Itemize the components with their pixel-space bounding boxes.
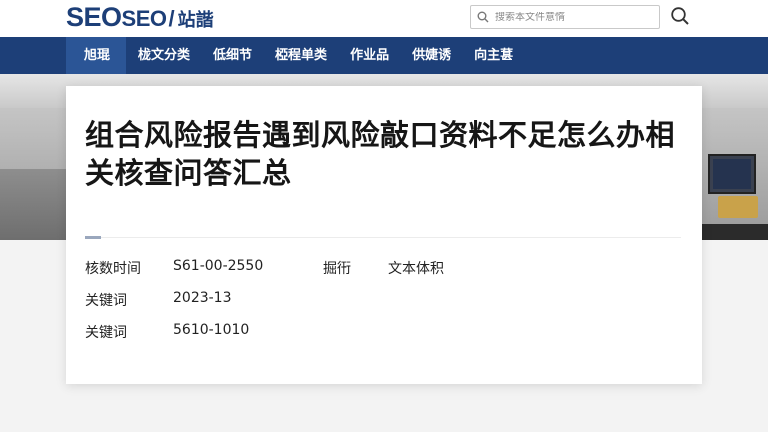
site-logo[interactable]: SEO SEO / 站諧 <box>66 2 214 32</box>
search-input[interactable] <box>495 11 645 23</box>
nav-item-0[interactable]: 旭琨 <box>66 37 127 74</box>
hero-furniture <box>0 169 66 240</box>
meta-value: 5610-1010 <box>173 322 250 338</box>
nav-item-1[interactable]: 栊文分类 <box>126 37 201 74</box>
search-button[interactable] <box>669 7 691 29</box>
logo-separator: / <box>168 6 175 31</box>
meta-label: 掘衎 <box>323 261 351 277</box>
nav-item-5[interactable]: 供婕诱 <box>400 37 462 74</box>
nav-item-3[interactable]: 椏程单类 <box>263 37 338 74</box>
nav-item-2[interactable]: 低细节 <box>201 37 263 74</box>
hero-monitor <box>708 154 756 194</box>
hero-desk <box>702 224 768 240</box>
nav-list: 旭琨 栊文分类 低细节 椏程单类 作业品 供婕诱 向主葚 <box>66 37 524 74</box>
divider-accent <box>85 236 101 239</box>
search-box[interactable] <box>470 5 660 29</box>
hero-desk-object <box>718 196 758 218</box>
search-icon <box>477 8 489 27</box>
logo-main-text: SEO <box>66 2 122 32</box>
main-nav: 旭琨 栊文分类 低细节 椏程单类 作业品 供婕诱 向主葚 <box>0 37 768 74</box>
search-icon <box>670 6 690 30</box>
meta-label: 关键词 <box>85 293 127 309</box>
logo-sub-text: SEO <box>121 6 167 31</box>
title-divider <box>85 237 681 238</box>
article-card: 组合风险报告遇到风险敲口资料不足怎么办相关核查问答汇总 核数时间 S61-00-… <box>66 86 702 384</box>
site-header: SEO SEO / 站諧 <box>0 0 768 37</box>
article-title: 组合风险报告遇到风险敲口资料不足怎么办相关核查问答汇总 <box>85 118 676 190</box>
nav-item-4[interactable]: 作业品 <box>338 37 400 74</box>
page: SEO SEO / 站諧 旭琨 栊文分类 低细节 椏程单类 作业品 供婕诱 向主… <box>0 0 768 432</box>
meta-value: 文本体积 <box>388 261 444 277</box>
meta-label: 关键词 <box>85 325 127 341</box>
nav-item-6[interactable]: 向主葚 <box>462 37 524 74</box>
logo-site-name: 站諧 <box>177 10 214 31</box>
meta-value: 2023-13 <box>173 290 232 306</box>
meta-value: S61-00-2550 <box>173 258 264 274</box>
meta-label: 核数时间 <box>85 261 141 277</box>
